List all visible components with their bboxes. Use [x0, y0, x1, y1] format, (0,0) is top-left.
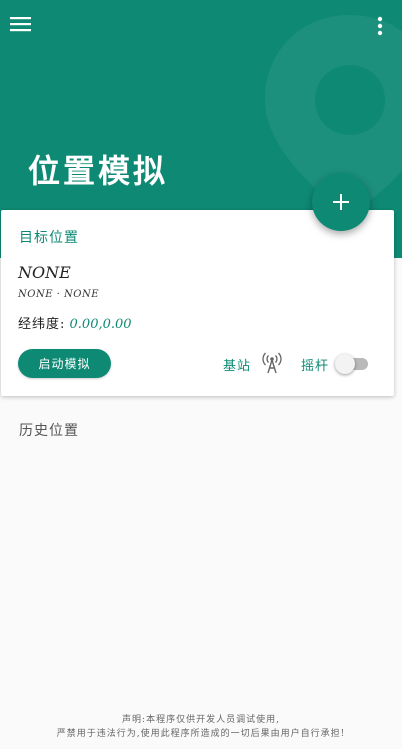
coordinates-value: 0.00,0.00 — [69, 317, 132, 332]
disclaimer-line-1: 声明:本程序仅供开发人员调试使用, — [122, 715, 280, 725]
history-section-label: 历史位置 — [19, 423, 79, 439]
card-title: 目标位置 — [19, 230, 79, 246]
disclaimer: 声明:本程序仅供开发人员调试使用, 严禁用于违法行为,使用此程序所造成的一切后果… — [0, 713, 402, 741]
antenna-icon[interactable] — [262, 352, 282, 374]
plus-icon — [333, 194, 349, 210]
coordinates-label: 经纬度: — [18, 317, 66, 332]
start-simulation-button[interactable]: 启动模拟 — [18, 349, 111, 378]
coordinates-row: 经纬度: 0.00,0.00 — [18, 313, 132, 332]
joystick-label: 摇杆 — [301, 359, 330, 374]
menu-button[interactable] — [4, 6, 38, 42]
more-options-button[interactable] — [366, 8, 394, 44]
target-location-card: 目标位置 NONE NONE · NONE 经纬度: 0.00,0.00 启动模… — [1, 210, 394, 396]
location-detail: NONE · NONE — [18, 289, 100, 300]
location-name: NONE — [18, 263, 71, 282]
base-station-label: 基站 — [223, 359, 252, 374]
joystick-toggle[interactable] — [335, 352, 369, 374]
more-vert-icon — [377, 16, 383, 36]
add-location-button[interactable] — [312, 173, 370, 231]
hamburger-menu-icon — [10, 17, 31, 32]
disclaimer-line-2: 严禁用于违法行为,使用此程序所造成的一切后果由用户自行承担! — [56, 729, 346, 739]
page-title: 位置模拟 — [28, 152, 169, 190]
joystick-toggle-thumb — [335, 354, 355, 374]
